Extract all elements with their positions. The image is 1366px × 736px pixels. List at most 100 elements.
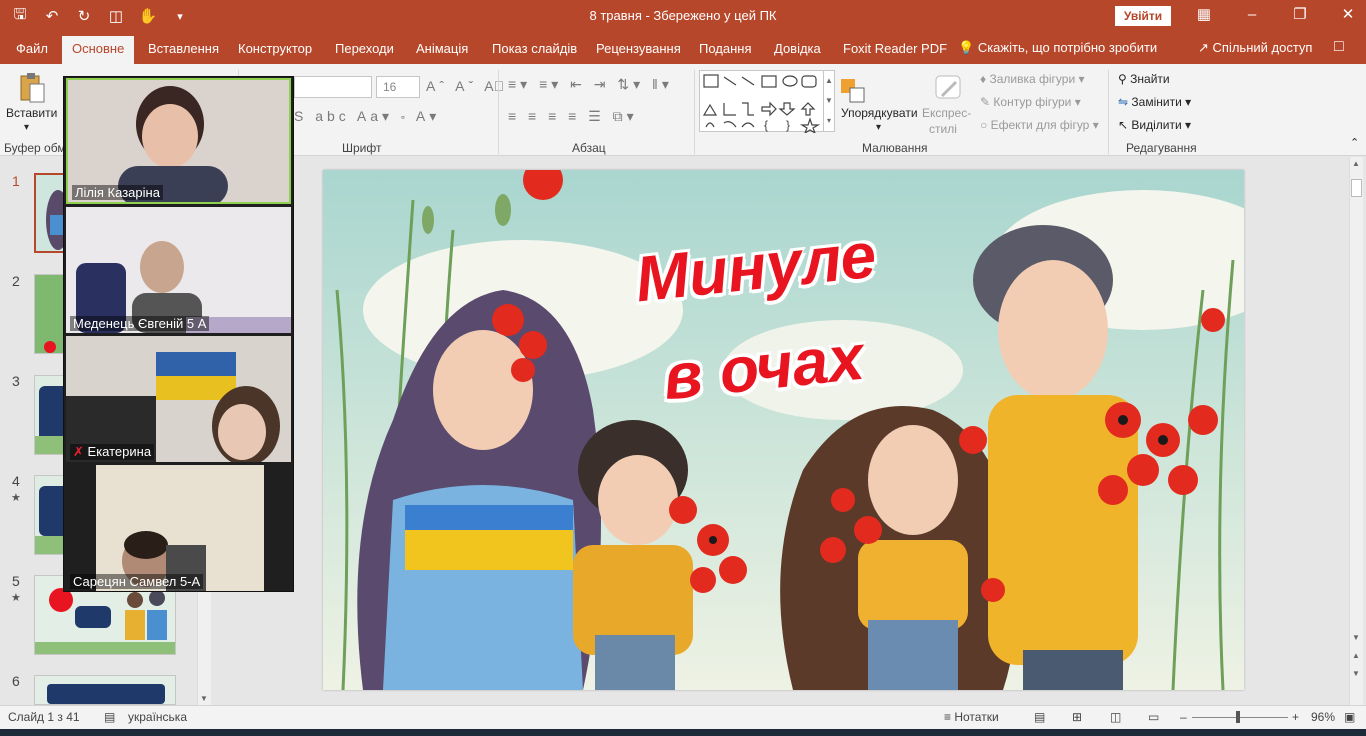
svg-text:{: { bbox=[764, 118, 768, 132]
ribbon-display-icon[interactable]: ▦ bbox=[1192, 4, 1216, 26]
tab-home[interactable]: Основне bbox=[62, 36, 135, 64]
slideshow-view-icon[interactable]: ▭ bbox=[1148, 710, 1159, 724]
thumbnail-number: 6 bbox=[12, 673, 20, 689]
pen-icon: ✎ bbox=[980, 95, 991, 109]
effects-icon: ○ bbox=[980, 118, 988, 132]
slide-scrollbar[interactable]: ▲ ▼ ▲ ▼ bbox=[1349, 157, 1363, 705]
title-bar: 🖫 ↶ ↻ ◫ ✋ ▾ 8 травня - Збережено у цей П… bbox=[0, 0, 1366, 32]
tell-me-label: Скажіть, що потрібно зробити bbox=[977, 40, 1158, 55]
tab-insert[interactable]: Вставлення bbox=[148, 38, 219, 64]
paragraph-group-label: Абзац bbox=[572, 141, 606, 155]
tab-view[interactable]: Подання bbox=[699, 38, 752, 64]
search-icon: ⚲ bbox=[1118, 72, 1127, 86]
normal-view-icon[interactable]: ▤ bbox=[1034, 710, 1045, 724]
share-icon: ↗ bbox=[1198, 40, 1209, 55]
notes-label: Нотатки bbox=[954, 710, 999, 724]
paste-icon[interactable] bbox=[16, 72, 46, 104]
os-taskbar bbox=[0, 729, 1366, 736]
participant-tile-2[interactable]: Меденець Євгеній 5 А bbox=[66, 207, 291, 333]
tab-foxit[interactable]: Foxit Reader PDF bbox=[843, 38, 947, 64]
mic-muted-icon: ✗ bbox=[73, 444, 84, 459]
select-label: Виділити bbox=[1131, 118, 1182, 132]
share-button[interactable]: ↗ Спільний доступ bbox=[1198, 40, 1312, 56]
arrange-icon[interactable] bbox=[838, 76, 868, 106]
thumbnail-number: 4 bbox=[12, 473, 20, 489]
font-name-box[interactable] bbox=[294, 76, 372, 98]
alignment-icons[interactable]: ≡ ≡ ≡ ≡ ☰ ⧉▾ bbox=[508, 108, 638, 125]
replace-button[interactable]: ⇋ Замінити ▾ bbox=[1118, 95, 1191, 109]
zoom-in-icon[interactable]: + bbox=[1292, 710, 1299, 724]
restore-icon[interactable]: ❐ bbox=[1288, 4, 1312, 26]
participant-name: Сарецян Самвел 5-А bbox=[70, 574, 204, 589]
shape-effects-label: Ефекти для фігур bbox=[990, 118, 1090, 132]
find-button[interactable]: ⚲ Знайти bbox=[1118, 72, 1170, 86]
thumbnail-number: 5 bbox=[12, 573, 20, 589]
participant-name: Меденець Євгеній 5 А bbox=[70, 316, 210, 331]
tab-slideshow[interactable]: Показ слайдів bbox=[492, 38, 577, 64]
share-label: Спільний доступ bbox=[1212, 40, 1313, 55]
ribbon-tabs: Файл Основне Вставлення Конструктор Пере… bbox=[0, 32, 1366, 64]
list-indent-icons[interactable]: ≡▾ ≡▾ ⇤ ⇥ ⇅▾ ‖▾ bbox=[508, 76, 673, 93]
participant-name: Екатерина bbox=[87, 444, 152, 459]
tab-design[interactable]: Конструктор bbox=[238, 38, 312, 64]
participant-name: Лілія Казаріна bbox=[72, 185, 163, 200]
scroll-thumb[interactable] bbox=[1351, 179, 1362, 197]
tab-file[interactable]: Файл bbox=[16, 38, 48, 64]
comments-icon[interactable]: □ bbox=[1334, 38, 1344, 56]
font-size-box[interactable]: 16 bbox=[376, 76, 420, 98]
arrange-button[interactable]: Упорядкувати bbox=[841, 106, 918, 120]
quick-styles-label-1: Експрес- bbox=[922, 106, 972, 120]
thumbnail-number: 2 bbox=[12, 273, 20, 289]
zoom-slider[interactable] bbox=[1192, 711, 1288, 723]
select-button[interactable]: ↖ Виділити ▾ bbox=[1118, 118, 1191, 132]
close-icon[interactable]: ✕ bbox=[1336, 4, 1360, 26]
zoom-slider-thumb[interactable] bbox=[1236, 711, 1240, 723]
language-indicator[interactable]: українська bbox=[128, 710, 187, 724]
animation-star-icon: ★ bbox=[11, 592, 21, 604]
find-label: Знайти bbox=[1130, 72, 1170, 86]
svg-text:}: } bbox=[786, 118, 790, 132]
slide-thumbnail-6[interactable] bbox=[34, 675, 176, 705]
video-conference-panel: Лілія Казаріна Меденець Євгеній 5 А ✗ Ек… bbox=[63, 76, 294, 592]
zoom-level[interactable]: 96% bbox=[1311, 710, 1335, 724]
participant-tile-3[interactable]: ✗ Екатерина bbox=[66, 336, 291, 462]
font-grow-shrink-icons[interactable]: Aˆ Aˇ A⃣ bbox=[426, 78, 508, 94]
collapse-ribbon-icon[interactable]: ⌃ bbox=[1350, 136, 1359, 149]
paste-button[interactable]: Вставити bbox=[6, 106, 57, 120]
replace-label: Замінити bbox=[1131, 95, 1182, 109]
shapes-gallery-scroll[interactable]: ▲ ▼ ▾ bbox=[823, 71, 834, 131]
paint-bucket-icon: ♦ bbox=[980, 72, 987, 86]
tab-review[interactable]: Рецензування bbox=[596, 38, 681, 64]
notes-button[interactable]: ≡ Нотатки bbox=[944, 710, 999, 724]
previous-slide-icon[interactable]: ▲ bbox=[1352, 651, 1360, 660]
minimize-icon[interactable]: – bbox=[1240, 4, 1264, 26]
fit-slide-icon[interactable]: ▣ bbox=[1344, 710, 1355, 724]
font-format-icons[interactable]: S abc Aa▾ ⬞ A▾ bbox=[294, 108, 440, 125]
shape-effects-button: ○ Ефекти для фігур ▾ bbox=[980, 118, 1099, 132]
lightbulb-icon: 💡 bbox=[958, 40, 975, 55]
status-bar: Слайд 1 з 41 ▤ українська ≡ Нотатки ▤ ⊞ … bbox=[0, 705, 1366, 729]
current-slide[interactable]: Минуле в очах bbox=[323, 170, 1244, 690]
participant-tile-4[interactable]: Сарецян Самвел 5-А bbox=[66, 465, 291, 591]
participant-tile-1[interactable]: Лілія Казаріна bbox=[66, 78, 291, 204]
tab-help[interactable]: Довідка bbox=[774, 38, 821, 64]
participant-video bbox=[66, 465, 291, 591]
shapes-gallery-icons: {} bbox=[702, 74, 821, 133]
zoom-out-icon[interactable]: – bbox=[1180, 710, 1187, 724]
thumbnail-number: 3 bbox=[12, 373, 20, 389]
scroll-down-icon[interactable]: ▼ bbox=[200, 694, 208, 703]
arrange-dropdown-icon[interactable]: ▾ bbox=[876, 122, 881, 133]
shapes-gallery[interactable]: {} ▲ ▼ ▾ bbox=[699, 70, 835, 133]
tab-transitions[interactable]: Переходи bbox=[335, 38, 394, 64]
scroll-down-icon[interactable]: ▼ bbox=[1352, 633, 1360, 642]
spelling-icon[interactable]: ▤ bbox=[104, 710, 115, 724]
sign-in-button[interactable]: Увійти bbox=[1115, 6, 1171, 26]
slide-sorter-icon[interactable]: ⊞ bbox=[1072, 710, 1082, 724]
scroll-up-icon[interactable]: ▲ bbox=[1352, 159, 1360, 168]
slide-counter[interactable]: Слайд 1 з 41 bbox=[8, 710, 80, 724]
tab-animations[interactable]: Анімація bbox=[416, 38, 468, 64]
reading-view-icon[interactable]: ◫ bbox=[1110, 710, 1121, 724]
tell-me-box[interactable]: 💡 Скажіть, що потрібно зробити bbox=[958, 40, 1157, 56]
next-slide-icon[interactable]: ▼ bbox=[1352, 669, 1360, 678]
paste-dropdown-icon[interactable]: ▾ bbox=[24, 122, 29, 133]
